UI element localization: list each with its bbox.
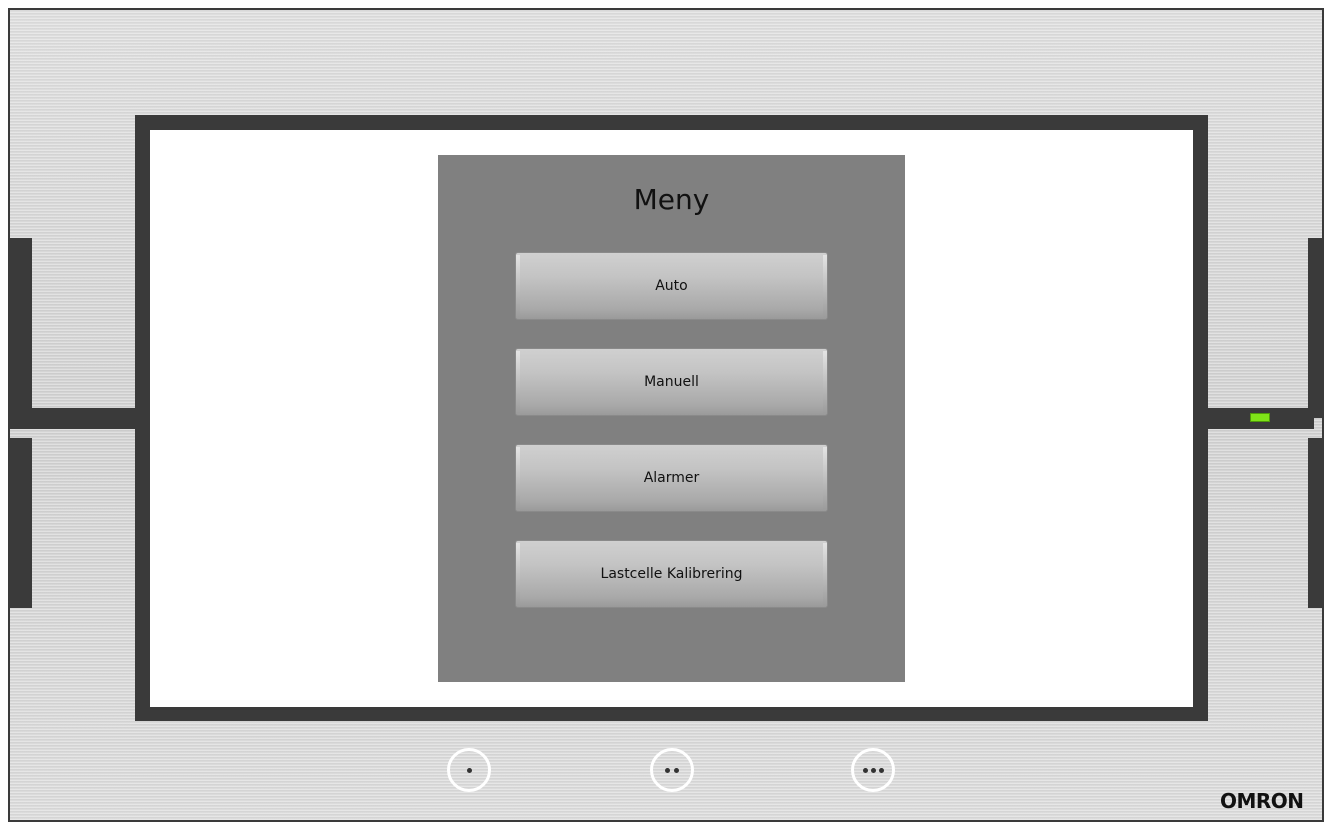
- manual-button[interactable]: Manuell: [515, 348, 828, 416]
- auto-button-label: Auto: [655, 278, 688, 294]
- hmi-screen: Meny Auto Manuell Alarmer Lastcelle Kali…: [150, 130, 1193, 707]
- function-key-1[interactable]: [447, 748, 491, 792]
- bezel-groove-left-top: [10, 238, 32, 418]
- alarms-button[interactable]: Alarmer: [515, 444, 828, 512]
- loadcell-calibration-button[interactable]: Lastcelle Kalibrering: [515, 540, 828, 608]
- menu-panel: Meny Auto Manuell Alarmer Lastcelle Kali…: [438, 155, 905, 682]
- three-dot-icon: [862, 767, 884, 773]
- auto-button[interactable]: Auto: [515, 252, 828, 320]
- loadcell-calibration-button-label: Lastcelle Kalibrering: [600, 566, 743, 582]
- two-dot-icon: [665, 767, 679, 773]
- status-led-icon: [1250, 413, 1270, 422]
- bezel-groove-left-bottom: [10, 438, 32, 608]
- one-dot-icon: [466, 767, 472, 773]
- manual-button-label: Manuell: [644, 374, 699, 390]
- alarms-button-label: Alarmer: [643, 470, 700, 486]
- bezel-groove-right-top: [1308, 238, 1322, 418]
- function-key-2[interactable]: [650, 748, 694, 792]
- function-key-3[interactable]: [851, 748, 895, 792]
- bezel-groove-right-bottom: [1308, 438, 1322, 608]
- menu-title: Meny: [633, 183, 710, 216]
- omron-logo: OMRON: [1220, 789, 1304, 813]
- bezel-bar-left: [8, 408, 138, 429]
